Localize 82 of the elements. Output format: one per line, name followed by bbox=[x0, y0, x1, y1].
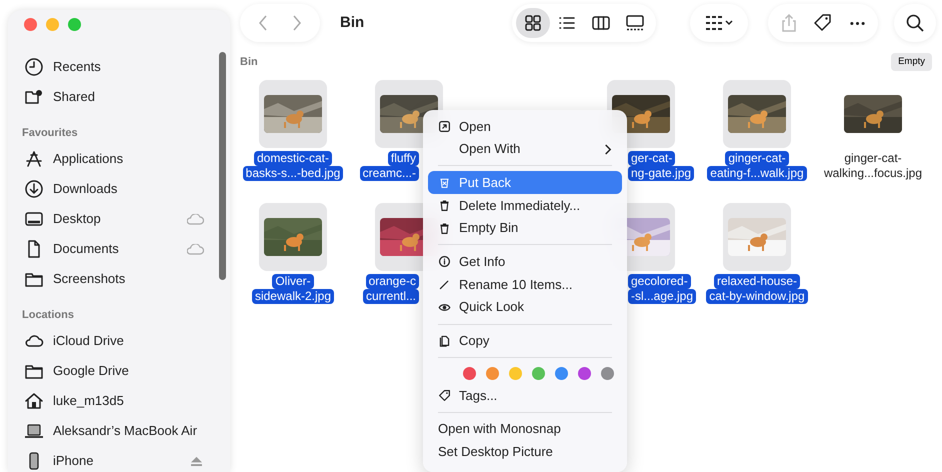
view-button[interactable] bbox=[516, 8, 550, 38]
menu-item[interactable]: Rename 10 Items... bbox=[428, 273, 622, 296]
applications-icon bbox=[24, 149, 44, 169]
file-name: cat-by-window.jpg bbox=[706, 289, 808, 304]
file-name: relaxed-house- bbox=[714, 274, 800, 289]
menu-item[interactable]: Copy bbox=[428, 330, 622, 352]
section-heading: Favourites bbox=[22, 126, 79, 140]
sidebar-item[interactable]: Recents bbox=[22, 52, 230, 82]
forward-icon bbox=[293, 15, 301, 31]
sidebar-item[interactable]: Aleksandr’s MacBook Air bbox=[22, 416, 230, 446]
file-name: currentl... bbox=[362, 289, 419, 304]
menu-item[interactable]: Open with Monosnap bbox=[428, 418, 622, 441]
file-name: eating-f...walk.jpg bbox=[707, 166, 807, 181]
file-name: sidewalk-2.jpg bbox=[252, 289, 334, 304]
file-name: ng-gate.jpg bbox=[628, 166, 694, 181]
pencil-icon bbox=[438, 278, 451, 291]
sidebar-item[interactable]: Downloads bbox=[22, 174, 230, 204]
home-icon bbox=[24, 391, 44, 411]
close-button[interactable] bbox=[24, 18, 37, 31]
file-name: ger-cat- bbox=[628, 151, 676, 166]
scroll-bar[interactable] bbox=[219, 52, 226, 280]
trash-icon bbox=[438, 176, 451, 190]
trash-icon bbox=[438, 198, 451, 212]
file-name: orange-c bbox=[366, 274, 419, 289]
icon-view-icon bbox=[523, 13, 543, 33]
file-name: gecolored- bbox=[628, 274, 691, 289]
copy-icon bbox=[438, 334, 451, 348]
file-name: ginger-cat- bbox=[843, 151, 903, 166]
search-icon bbox=[905, 13, 925, 33]
open-icon bbox=[438, 120, 451, 133]
sidebar-item[interactable]: luke_m13d5 bbox=[22, 386, 230, 416]
tag-color-dot[interactable] bbox=[532, 367, 545, 380]
sidebar-item[interactable]: Documents bbox=[22, 234, 230, 264]
trash-icon bbox=[438, 222, 451, 235]
file-thumbnail[interactable] bbox=[259, 80, 327, 148]
clock-icon bbox=[24, 57, 44, 77]
sidebar-item[interactable]: iPhone bbox=[22, 446, 230, 472]
tag-color-dot[interactable] bbox=[486, 367, 499, 380]
file-name: creamc...- bbox=[360, 166, 419, 181]
download-icon bbox=[24, 179, 44, 199]
file-name: domestic-cat- bbox=[254, 151, 332, 166]
section-heading: Locations bbox=[22, 308, 75, 322]
menu-item[interactable]: Empty Bin bbox=[428, 216, 622, 240]
sidebar-item[interactable]: Screenshots bbox=[22, 264, 230, 294]
sidebar-item[interactable]: Desktop bbox=[22, 204, 230, 234]
shared-folder-icon bbox=[24, 87, 44, 107]
window-title: Bin bbox=[340, 12, 366, 33]
menu-item[interactable]: Delete Immediately... bbox=[428, 194, 622, 217]
tag-color-dot[interactable] bbox=[509, 367, 522, 380]
menu-item[interactable]: Set Desktop Picture bbox=[428, 440, 622, 464]
menu-item[interactable]: Put Back bbox=[428, 171, 622, 194]
sidebar-item[interactable]: Shared bbox=[22, 82, 230, 112]
menu-item[interactable]: Tags... bbox=[428, 384, 622, 407]
menu-item[interactable]: Open bbox=[428, 115, 622, 138]
file-name: fluffy bbox=[388, 151, 419, 166]
tag-color-dot[interactable] bbox=[578, 367, 591, 380]
tag-color-dot[interactable] bbox=[601, 367, 614, 380]
sidebar-item[interactable]: iCloud Drive bbox=[22, 326, 230, 356]
menu-item[interactable]: Get Info bbox=[428, 250, 622, 274]
info-icon bbox=[438, 255, 451, 268]
path-label: Bin bbox=[240, 54, 258, 70]
menu-item[interactable]: Quick Look bbox=[428, 296, 622, 318]
file-thumbnail[interactable] bbox=[723, 80, 791, 148]
file-name: basks-s...-bed.jpg bbox=[242, 166, 344, 181]
sidebar-item[interactable]: Applications bbox=[22, 144, 230, 174]
sidebar-item[interactable]: Google Drive bbox=[22, 356, 230, 386]
file-thumbnail[interactable] bbox=[259, 203, 327, 271]
file-thumbnail[interactable] bbox=[723, 203, 791, 271]
tag-color-dot[interactable] bbox=[463, 367, 476, 380]
file-name: -sl...age.jpg bbox=[628, 289, 696, 304]
group-icon bbox=[704, 13, 734, 33]
file-name: Oliver- bbox=[272, 274, 314, 289]
back-icon bbox=[259, 15, 267, 31]
tag-icon bbox=[438, 389, 451, 402]
empty-button[interactable]: Empty bbox=[891, 52, 932, 72]
gallery-view-icon bbox=[625, 13, 645, 33]
file-name: walking...focus.jpg bbox=[822, 166, 924, 181]
file-name: ginger-cat- bbox=[725, 151, 789, 166]
tag-icon bbox=[813, 13, 833, 33]
more-icon bbox=[850, 22, 864, 24]
tag-color-dot[interactable] bbox=[555, 367, 568, 380]
menu-item[interactable]: Open With bbox=[428, 138, 622, 160]
